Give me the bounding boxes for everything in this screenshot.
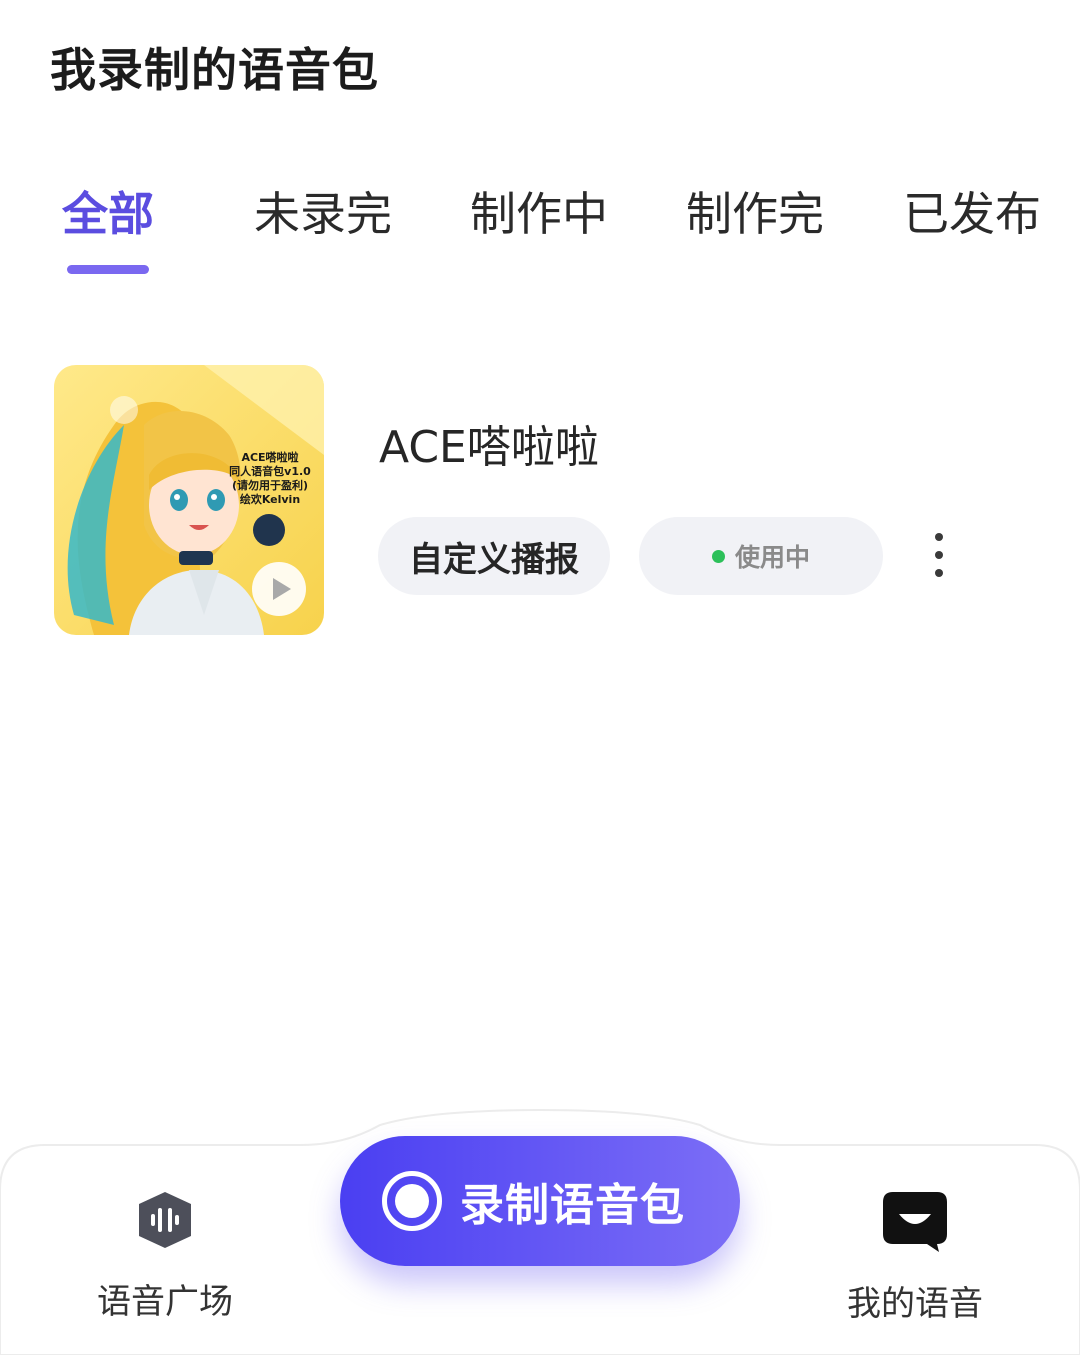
voice-waveform-icon [139, 1192, 191, 1248]
play-icon[interactable] [252, 562, 306, 616]
tab-all[interactable]: 全部 [62, 178, 154, 244]
tab-produced[interactable]: 制作完 [686, 178, 824, 244]
more-options-icon[interactable] [924, 533, 954, 579]
status-dot-icon [711, 549, 725, 563]
custom-broadcast-button[interactable]: 自定义播报 [378, 517, 610, 595]
cover-caption: ACE嗒啦啦 同人语音包v1.0 (请勿用于盈利) 绘欢Kelvin [229, 451, 311, 506]
nav-voice-plaza[interactable]: 语音广场 [80, 1190, 250, 1323]
status-label: 使用中 [734, 543, 810, 572]
nav-my-voice-label: 我的语音 [847, 1284, 983, 1324]
tab-published[interactable]: 已发布 [903, 178, 1041, 244]
record-voice-pack-button[interactable]: 录制语音包 [340, 1136, 740, 1266]
record-icon [382, 1171, 442, 1231]
voice-pack-name: ACE嗒啦啦 [379, 422, 599, 473]
tab-bar: 全部 未录完 制作中 制作完 已发布 [0, 178, 1080, 241]
nav-voice-plaza-label: 语音广场 [97, 1282, 233, 1322]
tab-unfinished[interactable]: 未录完 [254, 178, 392, 244]
page-title: 我录制的语音包 [50, 43, 379, 97]
tab-indicator [67, 265, 149, 274]
status-badge[interactable]: 使用中 [639, 517, 883, 595]
tab-in-production[interactable]: 制作中 [470, 178, 608, 244]
voice-pack-cover[interactable]: ACE嗒啦啦 同人语音包v1.0 (请勿用于盈利) 绘欢Kelvin [54, 365, 324, 635]
record-button-label: 录制语音包 [460, 1180, 685, 1231]
nav-my-voice[interactable]: 我的语音 [830, 1190, 1000, 1325]
chat-bubble-icon [883, 1192, 947, 1252]
voice-pack-card[interactable]: ACE嗒啦啦 同人语音包v1.0 (请勿用于盈利) 绘欢Kelvin ACE嗒啦… [54, 365, 1034, 635]
